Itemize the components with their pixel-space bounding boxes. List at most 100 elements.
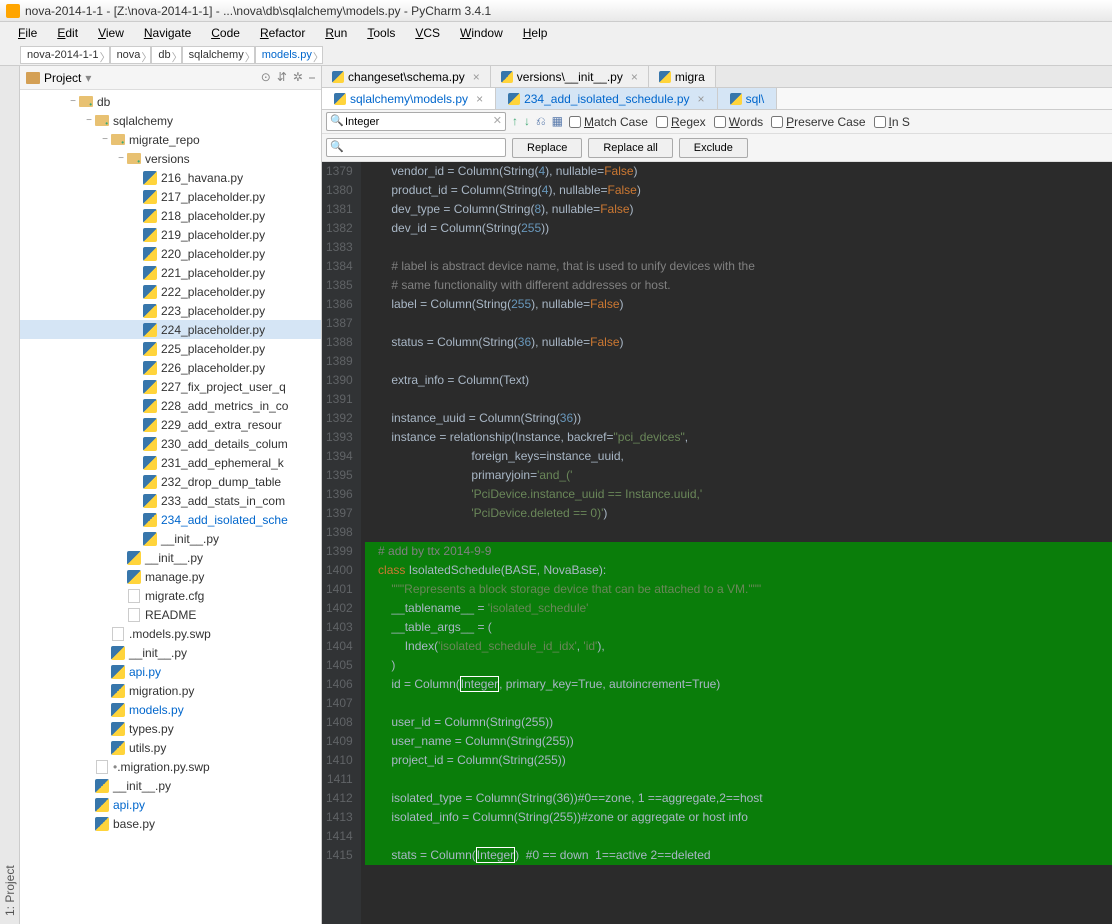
tree-item[interactable]: manage.py <box>20 567 321 586</box>
editor-tab[interactable]: versions\__init__.py× <box>491 66 649 87</box>
code-line[interactable]: vendor_id = Column(String(4), nullable=F… <box>365 162 1112 181</box>
menu-file[interactable]: File <box>10 24 45 42</box>
search-option[interactable]: In S <box>874 115 910 129</box>
tree-item[interactable]: __init__.py <box>20 643 321 662</box>
code-line[interactable]: product_id = Column(String(4), nullable=… <box>365 181 1112 200</box>
tree-item[interactable]: −sqlalchemy <box>20 111 321 130</box>
tree-item[interactable]: 224_placeholder.py <box>20 320 321 339</box>
code-line[interactable]: class IsolatedSchedule(BASE, NovaBase): <box>365 561 1112 580</box>
code-line[interactable]: instance_uuid = Column(String(36)) <box>365 409 1112 428</box>
code-line[interactable]: user_name = Column(String(255)) <box>365 732 1112 751</box>
filter-icon[interactable]: ⎌ <box>536 114 546 129</box>
scroll-icon[interactable]: ⇵ <box>277 70 287 85</box>
rail-tab[interactable]: 1: Project <box>1 76 19 924</box>
search-option[interactable]: Regex <box>656 115 706 129</box>
code-line[interactable]: isolated_type = Column(String(36))#0==zo… <box>365 789 1112 808</box>
tree-item[interactable]: __init__.py <box>20 776 321 795</box>
clear-icon[interactable]: ✕ <box>493 114 502 127</box>
tree-toggle-icon[interactable]: − <box>116 153 126 164</box>
tree-item[interactable]: .models.py.swp <box>20 624 321 643</box>
tree-item[interactable]: README <box>20 605 321 624</box>
prev-match-icon[interactable]: ↑ <box>512 114 518 129</box>
tree-item[interactable]: 229_add_extra_resour <box>20 415 321 434</box>
menu-code[interactable]: Code <box>203 24 248 42</box>
project-tree[interactable]: −db−sqlalchemy−migrate_repo−versions216_… <box>20 90 321 924</box>
code-line[interactable]: ) <box>365 656 1112 675</box>
code-line[interactable]: 'PciDevice.instance_uuid == Instance.uui… <box>365 485 1112 504</box>
editor-tab[interactable]: 234_add_isolated_schedule.py× <box>496 88 717 109</box>
editor-tab[interactable]: sql\ <box>718 88 778 109</box>
tree-item[interactable]: 230_add_details_colum <box>20 434 321 453</box>
menu-refactor[interactable]: Refactor <box>252 24 313 42</box>
editor-tab[interactable]: sqlalchemy\models.py× <box>322 88 496 109</box>
tree-item[interactable]: migration.py <box>20 681 321 700</box>
breadcrumb-item[interactable]: nova <box>110 46 152 64</box>
tree-item[interactable]: 225_placeholder.py <box>20 339 321 358</box>
code-line[interactable]: label = Column(String(255), nullable=Fal… <box>365 295 1112 314</box>
breadcrumb-item[interactable]: nova-2014-1-1 <box>20 46 110 64</box>
tree-toggle-icon[interactable]: − <box>68 96 78 107</box>
menu-help[interactable]: Help <box>515 24 556 42</box>
checkbox[interactable] <box>771 116 783 128</box>
tree-item[interactable]: base.py <box>20 814 321 833</box>
tree-item[interactable]: 231_add_ephemeral_k <box>20 453 321 472</box>
code-line[interactable]: __table_args__ = ( <box>365 618 1112 637</box>
select-all-icon[interactable]: ▦ <box>552 114 563 129</box>
tree-item[interactable]: • .migration.py.swp <box>20 757 321 776</box>
code-line[interactable] <box>365 694 1112 713</box>
search-input[interactable] <box>326 112 506 131</box>
tree-item[interactable]: 227_fix_project_user_q <box>20 377 321 396</box>
search-option[interactable]: Preserve Case <box>771 115 865 129</box>
menu-run[interactable]: Run <box>317 24 355 42</box>
tree-item[interactable]: 216_havana.py <box>20 168 321 187</box>
tree-item[interactable]: 221_placeholder.py <box>20 263 321 282</box>
code-line[interactable]: isolated_info = Column(String(255))#zone… <box>365 808 1112 827</box>
menu-edit[interactable]: Edit <box>49 24 86 42</box>
code-line[interactable]: status = Column(String(36), nullable=Fal… <box>365 333 1112 352</box>
replace-input[interactable] <box>326 138 506 157</box>
code-line[interactable]: # add by ttx 2014-9-9 <box>365 542 1112 561</box>
replace-all-button[interactable]: Replace all <box>588 138 672 158</box>
tree-item[interactable]: api.py <box>20 662 321 681</box>
gear-icon[interactable]: ✲ <box>293 70 303 85</box>
close-icon[interactable]: × <box>473 70 480 84</box>
tree-item[interactable]: 219_placeholder.py <box>20 225 321 244</box>
code-line[interactable]: project_id = Column(String(255)) <box>365 751 1112 770</box>
menu-navigate[interactable]: Navigate <box>136 24 199 42</box>
hide-icon[interactable]: ⎯ <box>309 70 315 85</box>
close-icon[interactable]: × <box>631 70 638 84</box>
breadcrumb-item[interactable]: sqlalchemy <box>182 46 255 64</box>
tree-item[interactable]: 232_drop_dump_table <box>20 472 321 491</box>
code-line[interactable] <box>365 314 1112 333</box>
code-line[interactable] <box>365 352 1112 371</box>
tree-item[interactable]: 220_placeholder.py <box>20 244 321 263</box>
editor-tab[interactable]: migra <box>649 66 716 87</box>
code-line[interactable]: user_id = Column(String(255)) <box>365 713 1112 732</box>
checkbox[interactable] <box>714 116 726 128</box>
code-line[interactable]: """Represents a block storage device tha… <box>365 580 1112 599</box>
code-line[interactable] <box>365 827 1112 846</box>
code-line[interactable] <box>365 770 1112 789</box>
code-line[interactable]: dev_id = Column(String(255)) <box>365 219 1112 238</box>
tree-item[interactable]: 223_placeholder.py <box>20 301 321 320</box>
tree-item[interactable]: 217_placeholder.py <box>20 187 321 206</box>
tree-item[interactable]: __init__.py <box>20 548 321 567</box>
checkbox[interactable] <box>569 116 581 128</box>
tree-item[interactable]: −db <box>20 92 321 111</box>
code-line[interactable] <box>365 390 1112 409</box>
tree-item[interactable]: 233_add_stats_in_com <box>20 491 321 510</box>
breadcrumb-item[interactable]: db <box>151 46 181 64</box>
replace-button[interactable]: Replace <box>512 138 582 158</box>
tree-item[interactable]: api.py <box>20 795 321 814</box>
dropdown-icon[interactable]: ▾ <box>85 71 91 85</box>
close-icon[interactable]: × <box>476 92 483 106</box>
menu-view[interactable]: View <box>90 24 132 42</box>
tree-item[interactable]: 228_add_metrics_in_co <box>20 396 321 415</box>
search-option[interactable]: Match Case <box>569 115 648 129</box>
search-option[interactable]: Words <box>714 115 763 129</box>
menu-window[interactable]: Window <box>452 24 511 42</box>
tree-item[interactable]: 226_placeholder.py <box>20 358 321 377</box>
checkbox[interactable] <box>874 116 886 128</box>
code-line[interactable]: primaryjoin='and_(' <box>365 466 1112 485</box>
tree-item[interactable]: migrate.cfg <box>20 586 321 605</box>
